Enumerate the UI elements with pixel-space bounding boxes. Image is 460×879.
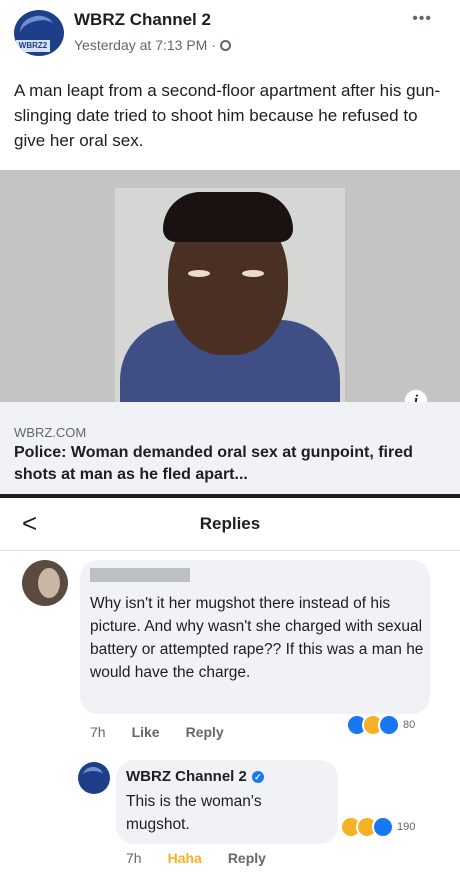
reply-actions: 7h Haha Reply: [126, 850, 266, 866]
globe-icon: [220, 39, 232, 51]
comment-bubble: Why isn't it her mugshot there instead o…: [80, 560, 430, 714]
more-options-icon[interactable]: •••: [412, 10, 432, 28]
comment-like-button[interactable]: Like: [132, 724, 160, 740]
header-divider: [0, 550, 460, 551]
like-icon: [378, 714, 400, 736]
comment-actions: 7h Like Reply: [90, 724, 224, 740]
replies-title: Replies: [199, 514, 261, 533]
photo-eye-right: [242, 270, 264, 277]
logo-tag: WBRZ2: [16, 40, 50, 52]
comment-reactions[interactable]: 80: [346, 714, 416, 736]
post-timestamp[interactable]: Yesterday at 7:13 PM: [74, 37, 207, 53]
photo-eye-left: [188, 270, 210, 277]
comment-reaction-count: 80: [403, 719, 416, 731]
reply-page-avatar[interactable]: [78, 762, 110, 794]
post-meta: Yesterday at 7:13 PM ·: [74, 37, 232, 53]
redacted-commenter-name: [90, 568, 190, 582]
link-domain: WBRZ.COM: [14, 425, 87, 440]
link-preview[interactable]: WBRZ.COM Police: Woman demanded oral sex…: [0, 402, 460, 498]
link-headline: Police: Woman demanded oral sex at gunpo…: [14, 444, 413, 483]
like-icon: [372, 816, 394, 838]
page-avatar[interactable]: WBRZ2: [14, 10, 64, 56]
reply-time[interactable]: 7h: [126, 850, 142, 866]
reply-text: This is the woman's mugshot.: [126, 793, 262, 833]
comment-text: Why isn't it her mugshot there instead o…: [90, 595, 424, 681]
reply-author[interactable]: WBRZ Channel 2 ✓: [126, 768, 264, 785]
comment-time[interactable]: 7h: [90, 724, 106, 740]
photo-hair: [163, 192, 293, 242]
reply-haha-button[interactable]: Haha: [168, 850, 202, 866]
reply-reaction-count: 190: [397, 821, 416, 833]
verified-icon: ✓: [251, 770, 264, 783]
reply-reply-button[interactable]: Reply: [228, 850, 266, 866]
page-name-link[interactable]: WBRZ Channel 2: [74, 10, 211, 30]
commenter-avatar[interactable]: [22, 560, 68, 606]
reply-reactions[interactable]: 190: [340, 816, 416, 838]
post-caption: A man leapt from a second-floor apartmen…: [14, 81, 441, 150]
post-card: WBRZ2 WBRZ Channel 2 Yesterday at 7:13 P…: [0, 0, 460, 498]
reply-bubble: WBRZ Channel 2 ✓ This is the woman's mug…: [116, 760, 338, 844]
reply-author-name[interactable]: WBRZ Channel 2: [126, 768, 247, 785]
comment-reply-button[interactable]: Reply: [186, 724, 224, 740]
meta-separator: ·: [211, 37, 217, 53]
replies-panel: < Replies Why isn't it her mugshot there…: [0, 498, 460, 879]
post-image[interactable]: [0, 170, 460, 402]
